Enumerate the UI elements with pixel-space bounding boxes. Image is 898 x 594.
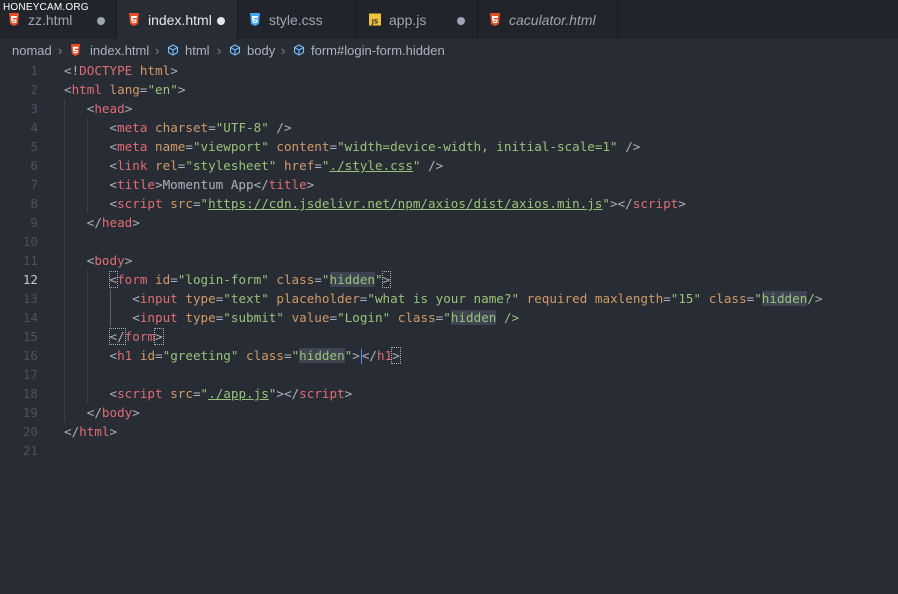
- code-line[interactable]: 21: [0, 441, 898, 460]
- code-line[interactable]: 9 </head>: [0, 213, 898, 232]
- code-line[interactable]: 4 <meta charset="UTF-8" />: [0, 118, 898, 137]
- line-number: 12: [22, 272, 38, 287]
- code-text: <meta name="viewport" content="width=dev…: [109, 139, 641, 154]
- code-line[interactable]: 17: [0, 365, 898, 384]
- code-text: <!DOCTYPE html>: [64, 63, 178, 78]
- html5-icon: [490, 13, 500, 26]
- chevron-right-icon: ›: [217, 43, 222, 58]
- html5-icon: [129, 13, 139, 26]
- line-number: 15: [22, 329, 38, 344]
- indent-guide: [64, 365, 65, 384]
- tab-label: caculator.html: [509, 12, 596, 28]
- breadcrumb-item-index-html[interactable]: index.html: [90, 43, 149, 58]
- line-number: 7: [30, 177, 38, 192]
- cube-symbol-icon: [293, 44, 305, 56]
- css3-icon: [250, 13, 260, 26]
- code-line[interactable]: 16 <h1 id="greeting" class="hidden"> </h1…: [0, 346, 898, 365]
- line-number: 5: [30, 139, 38, 154]
- code-line[interactable]: 11 <body>: [0, 251, 898, 270]
- code-line[interactable]: 20 </html>: [0, 422, 898, 441]
- tab-app-js[interactable]: JS app.js: [357, 0, 478, 39]
- line-number: 17: [22, 367, 38, 382]
- code-text: </html>: [64, 424, 118, 439]
- unsaved-dot-icon[interactable]: [217, 17, 225, 25]
- line-number: 18: [22, 386, 38, 401]
- js-icon: JS: [369, 13, 381, 26]
- line-number: 9: [30, 215, 38, 230]
- line-number: 14: [22, 310, 38, 325]
- breadcrumb-item-body[interactable]: body: [247, 43, 275, 58]
- code-line[interactable]: 2 <html lang="en">: [0, 80, 898, 99]
- code-line[interactable]: 6 <link rel="stylesheet" href="./style.c…: [0, 156, 898, 175]
- line-number: 4: [30, 120, 38, 135]
- tab-bar: zz.html index.html style.css JS app.js c…: [0, 0, 898, 39]
- breadcrumb-item-html[interactable]: html: [185, 43, 210, 58]
- code-line[interactable]: 5 <meta name="viewport" content="width=d…: [0, 137, 898, 156]
- tab-caculator-html[interactable]: caculator.html: [478, 0, 618, 39]
- line-number: 13: [22, 291, 38, 306]
- html5-icon: [9, 13, 19, 26]
- code-line[interactable]: 19 </body>: [0, 403, 898, 422]
- tab-label: style.css: [269, 12, 323, 28]
- code-text: <form id="login-form" class="hidden">: [108, 271, 392, 288]
- breadcrumb-item-form[interactable]: form#login-form.hidden: [311, 43, 445, 58]
- code-text: </head>: [86, 215, 140, 230]
- code-line[interactable]: 15 </form>: [0, 327, 898, 346]
- code-line[interactable]: 7 <title>Momentum App</title>: [0, 175, 898, 194]
- code-text: <link rel="stylesheet" href="./style.css…: [109, 158, 444, 173]
- line-number: 20: [22, 424, 38, 439]
- code-text: <html lang="en">: [64, 82, 186, 97]
- code-text: <script src="https://cdn.jsdelivr.net/np…: [109, 196, 686, 211]
- code-text: <input type="submit" value="Login" class…: [132, 310, 520, 325]
- line-number: 2: [30, 82, 38, 97]
- chevron-right-icon: ›: [155, 43, 160, 58]
- code-text: <script src="./app.js"></script>: [109, 386, 353, 401]
- watermark: HONEYCAM.ORG: [3, 2, 89, 13]
- code-text: <h1 id="greeting" class="hidden"> </h1>: [109, 347, 401, 364]
- line-number: 16: [22, 348, 38, 363]
- code-text: <input type="text" placeholder="what is …: [132, 291, 823, 306]
- line-number: 3: [30, 101, 38, 116]
- code-editor[interactable]: 1 <!DOCTYPE html> 2 <html lang="en"> 3 <he…: [0, 61, 898, 594]
- indent-guide: [87, 365, 88, 384]
- tab-label: index.html: [148, 12, 212, 28]
- html5-icon: [70, 44, 81, 56]
- unsaved-dot-icon[interactable]: [97, 17, 105, 25]
- tab-label: app.js: [389, 12, 427, 28]
- chevron-right-icon: ›: [58, 43, 63, 58]
- breadcrumb-item-nomad[interactable]: nomad: [12, 43, 52, 58]
- code-line[interactable]: 3 <head>: [0, 99, 898, 118]
- code-line[interactable]: 8 <script src="https://cdn.jsdelivr.net/…: [0, 194, 898, 213]
- tab-label: zz.html: [28, 12, 73, 28]
- code-line[interactable]: 10: [0, 232, 898, 251]
- code-text: <meta charset="UTF-8" />: [109, 120, 292, 135]
- line-number: 6: [30, 158, 38, 173]
- line-number: 8: [30, 196, 38, 211]
- line-number: 10: [22, 234, 38, 249]
- cube-symbol-icon: [229, 44, 241, 56]
- code-line[interactable]: 14 <input type="submit" value="Login" cl…: [0, 308, 898, 327]
- code-line[interactable]: 13 <input type="text" placeholder="what …: [0, 289, 898, 308]
- code-text: <body>: [86, 253, 133, 268]
- tab-index-html[interactable]: index.html: [117, 0, 238, 39]
- unsaved-dot-icon[interactable]: [457, 17, 465, 25]
- code-line[interactable]: 12 <form id="login-form" class="hidden">: [0, 270, 898, 289]
- line-number: 21: [22, 443, 38, 458]
- chevron-right-icon: ›: [281, 43, 286, 58]
- code-text: <head>: [86, 101, 133, 116]
- svg-text:JS: JS: [371, 19, 379, 26]
- line-number: 19: [22, 405, 38, 420]
- line-number: 1: [30, 63, 38, 78]
- code-line[interactable]: 18 <script src="./app.js"></script>: [0, 384, 898, 403]
- indent-guide: [64, 232, 65, 251]
- line-number: 11: [22, 253, 38, 268]
- cube-symbol-icon: [167, 44, 179, 56]
- code-line[interactable]: 1 <!DOCTYPE html>: [0, 61, 898, 80]
- code-text: </form>: [108, 328, 164, 345]
- code-text: <title>Momentum App</title>: [109, 177, 315, 192]
- code-text: </body>: [86, 405, 140, 420]
- tab-style-css[interactable]: style.css: [238, 0, 357, 39]
- breadcrumb: nomad › index.html › html › body › form#…: [0, 39, 898, 61]
